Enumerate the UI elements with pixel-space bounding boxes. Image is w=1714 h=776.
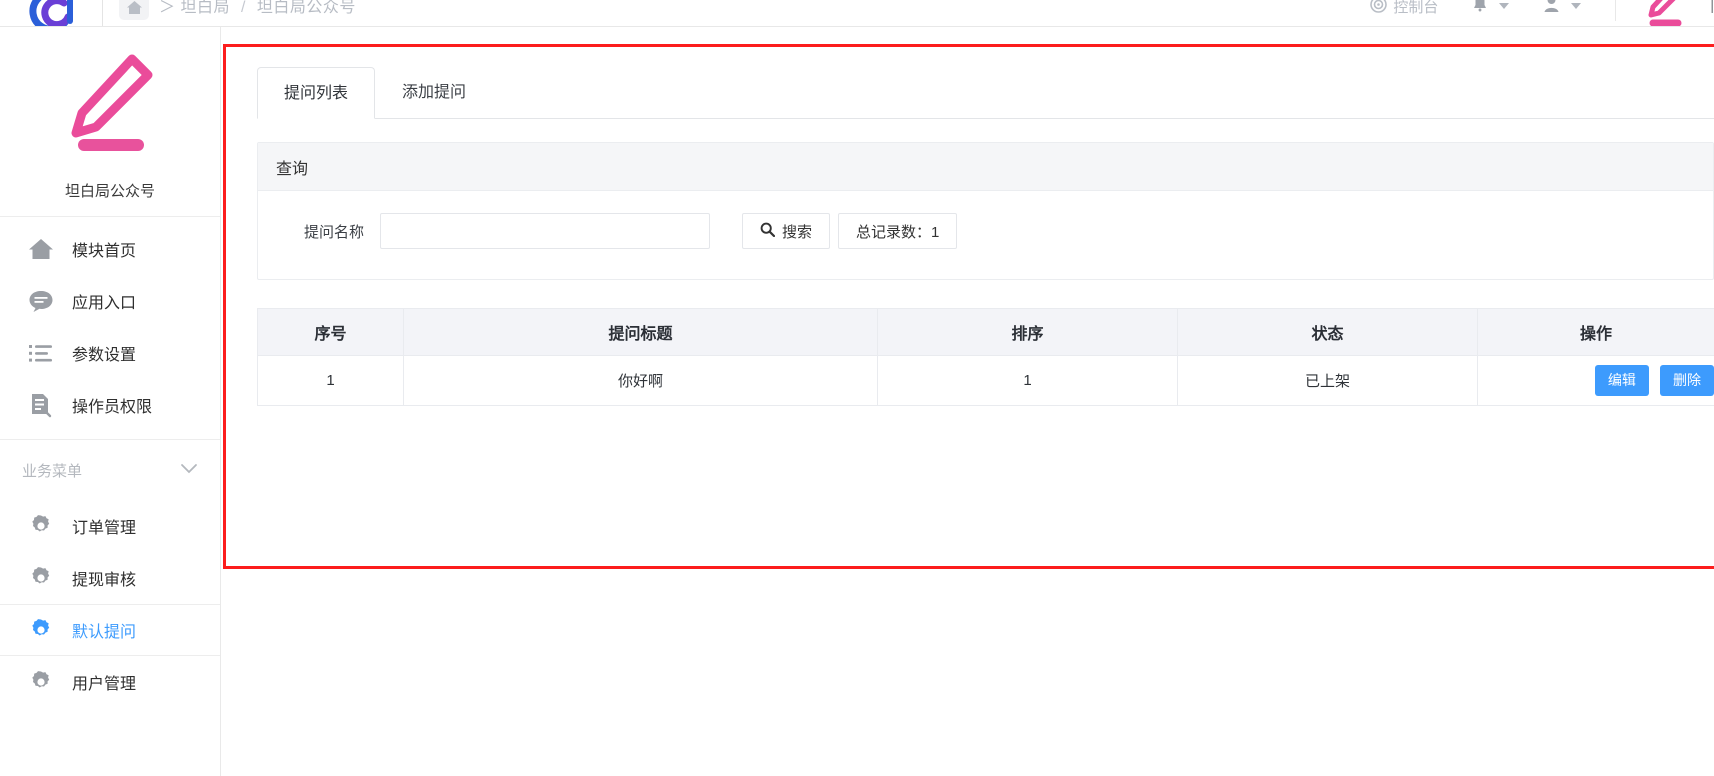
query-panel-body: 提问名称 搜索 总记录数：1 <box>258 191 1713 279</box>
column-header-operations: 操作 <box>1477 308 1714 356</box>
tab-add-question[interactable]: 添加提问 <box>375 66 493 118</box>
sidebar-item-default-question[interactable]: 默认提问 <box>0 604 220 656</box>
chat-bubble-icon <box>28 289 62 313</box>
tab-label: 提问列表 <box>284 85 349 102</box>
header-divider <box>102 0 103 26</box>
tab-label: 添加提问 <box>402 84 467 101</box>
sidebar-primary-group: 模块首页 应用入口 参数设置 操作员权限 <box>0 217 220 440</box>
sidebar-item-label: 应用入口 <box>72 295 137 312</box>
sidebar: 坦白局公众号 模块首页 应用入口 参数设置 操作员权限 业务菜单 订单管理 提现… <box>0 27 221 776</box>
column-header-state: 状态 <box>1177 308 1478 356</box>
breadcrumb-item-0[interactable]: 坦白局 <box>180 0 230 16</box>
chevron-down-icon <box>1499 3 1510 9</box>
user-icon <box>1543 0 1560 17</box>
sidebar-item-parameter-settings[interactable]: 参数设置 <box>0 327 220 379</box>
query-panel: 查询 提问名称 搜索 总记录数：1 <box>257 142 1714 280</box>
home-icon <box>28 237 62 261</box>
spiral-logo-icon[interactable] <box>22 0 86 26</box>
table-body: 1 你好啊 1 已上架 编辑 删除 <box>257 355 1714 406</box>
gear-icon <box>28 669 62 695</box>
sidebar-item-label: 操作员权限 <box>72 399 153 416</box>
brand-pencil-icon[interactable] <box>1642 0 1688 26</box>
breadcrumb: ＞ 坦白局 / 坦白局公众号 <box>159 0 356 17</box>
sidebar-item-label: 用户管理 <box>72 676 137 693</box>
sidebar-item-label: 默认提问 <box>72 624 137 641</box>
table-header: 序号 提问标题 排序 状态 操作 <box>257 308 1714 356</box>
sidebar-brand: 坦白局公众号 <box>0 27 220 217</box>
bell-icon <box>1472 0 1488 17</box>
question-name-label: 提问名称 <box>303 223 364 241</box>
header-divider-2 <box>1615 0 1617 21</box>
sidebar-section-business-menu[interactable]: 业务菜单 <box>0 440 220 500</box>
query-panel-title-label: 查询 <box>276 160 309 178</box>
sidebar-item-label: 订单管理 <box>72 520 137 537</box>
question-table: 序号 提问标题 排序 状态 操作 1 你好啊 1 已上架 编辑 删除 <box>257 308 1714 406</box>
tab-bar: 提问列表 添加提问 <box>257 67 1714 119</box>
pencil-icon <box>62 51 158 164</box>
sidebar-item-label: 提现审核 <box>72 572 137 589</box>
console-link[interactable]: 控制台 <box>1370 0 1438 17</box>
main-content: 提问列表 添加提问 查询 提问名称 搜索 总记录数：1 序号 提问标题 排序 状… <box>221 27 1714 776</box>
cell-operations: 编辑 删除 <box>1477 355 1714 406</box>
sidebar-item-module-home[interactable]: 模块首页 <box>0 223 220 275</box>
column-header-index: 序号 <box>257 308 404 356</box>
header-actions: 控制台 | <box>1370 0 1714 26</box>
document-edit-icon <box>28 392 62 418</box>
header-tail-text: | <box>1710 0 1714 13</box>
search-icon <box>760 222 776 241</box>
question-list-pane: 提问列表 添加提问 查询 提问名称 搜索 总记录数：1 序号 提问标题 排序 状… <box>257 67 1714 406</box>
column-header-title: 提问标题 <box>403 308 878 356</box>
total-record-count-label: 总记录数：1 <box>856 223 940 241</box>
column-header-sort: 排序 <box>877 308 1178 356</box>
sidebar-brand-name: 坦白局公众号 <box>64 182 155 200</box>
top-header-bar: ＞ 坦白局 / 坦白局公众号 控制台 | <box>0 0 1714 27</box>
cell-index: 1 <box>257 355 404 406</box>
gear-icon <box>28 513 62 539</box>
sidebar-item-app-entry[interactable]: 应用入口 <box>0 275 220 327</box>
sidebar-item-order-management[interactable]: 订单管理 <box>0 500 220 552</box>
cell-title: 你好啊 <box>403 355 878 406</box>
query-panel-title: 查询 <box>258 143 1713 191</box>
sidebar-item-user-management[interactable]: 用户管理 <box>0 656 220 708</box>
question-name-input[interactable] <box>380 213 710 249</box>
sidebar-item-label: 参数设置 <box>72 347 137 364</box>
list-icon <box>28 342 62 364</box>
total-record-count-button[interactable]: 总记录数：1 <box>838 213 958 249</box>
cell-state: 已上架 <box>1177 355 1478 406</box>
table-row: 1 你好啊 1 已上架 编辑 删除 <box>257 355 1714 406</box>
table-header-row: 序号 提问标题 排序 状态 操作 <box>257 308 1714 356</box>
user-menu-button[interactable] <box>1543 0 1582 17</box>
delete-button[interactable]: 删除 <box>1660 365 1714 396</box>
home-icon[interactable] <box>119 0 149 20</box>
cell-sort: 1 <box>877 355 1178 406</box>
breadcrumb-separator: ＞ <box>159 0 176 16</box>
console-label: 控制台 <box>1393 0 1439 16</box>
sidebar-item-withdrawal-review[interactable]: 提现审核 <box>0 552 220 604</box>
gear-icon <box>28 565 62 591</box>
search-button-label: 搜索 <box>782 223 813 241</box>
sidebar-section-label: 业务菜单 <box>22 462 83 480</box>
target-icon <box>1370 0 1388 17</box>
breadcrumb-slash: / <box>240 0 246 16</box>
search-button[interactable]: 搜索 <box>742 213 831 249</box>
edit-button[interactable]: 编辑 <box>1594 365 1649 396</box>
chevron-down-icon <box>180 462 198 479</box>
notifications-button[interactable] <box>1472 0 1510 17</box>
breadcrumb-item-1[interactable]: 坦白局公众号 <box>257 0 356 16</box>
tab-question-list[interactable]: 提问列表 <box>257 67 376 119</box>
sidebar-item-operator-permission[interactable]: 操作员权限 <box>0 379 220 431</box>
sidebar-item-label: 模块首页 <box>72 243 137 260</box>
chevron-down-icon <box>1571 3 1582 9</box>
gear-icon <box>28 617 62 643</box>
